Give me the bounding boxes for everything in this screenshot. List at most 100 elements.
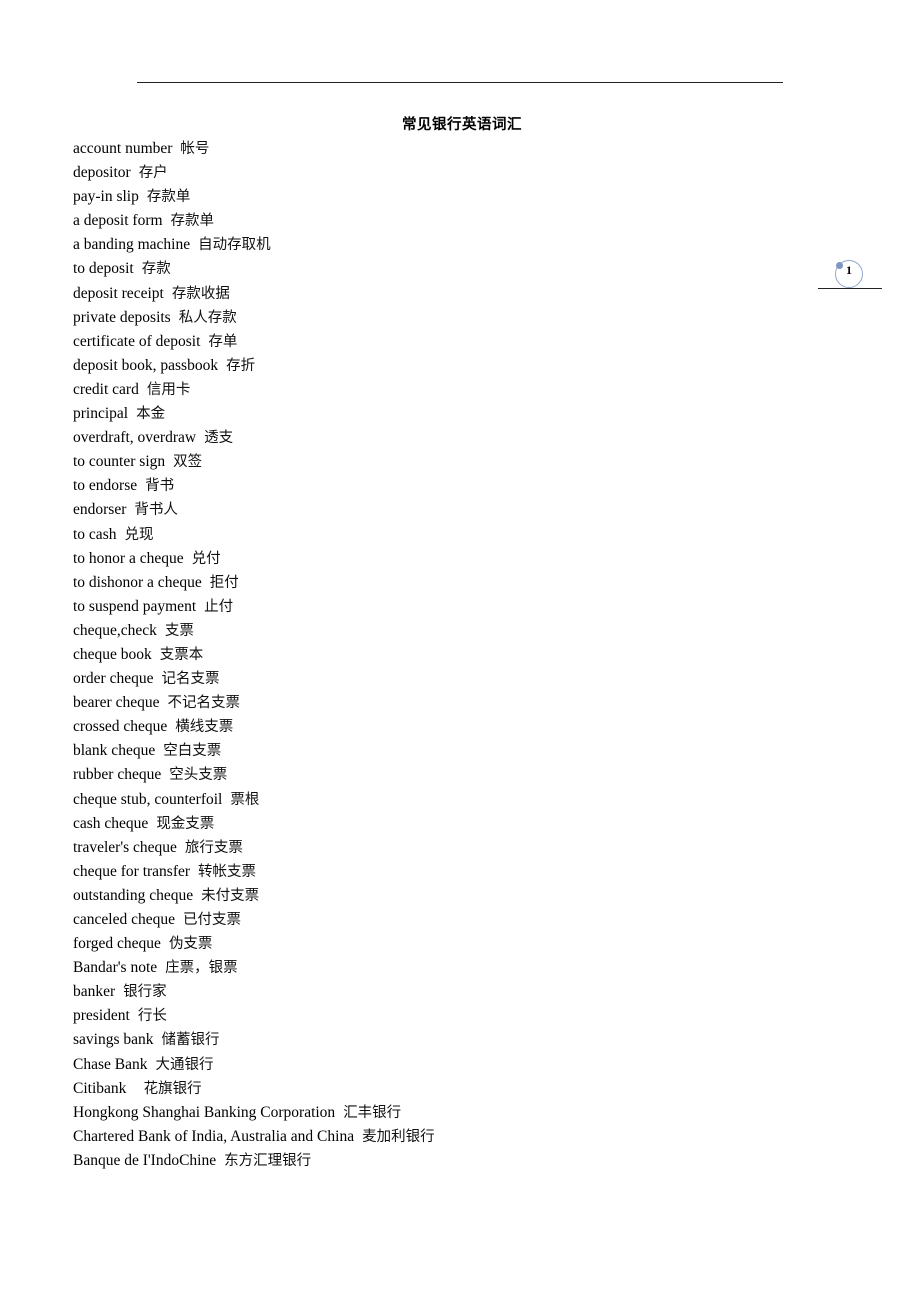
entry-english-term: to counter sign	[73, 453, 166, 471]
vocabulary-entry: Banque de I'IndoChine 东方汇理银行	[73, 1149, 435, 1173]
entry-english-term: Chartered Bank of India, Australia and C…	[73, 1127, 355, 1145]
vocabulary-entry: cash cheque 现金支票	[73, 812, 435, 836]
entry-english-term: Hongkong Shanghai Banking Corporation	[73, 1103, 336, 1121]
entry-chinese-translation: 已付支票	[182, 912, 241, 928]
entry-english-term: certificate of deposit	[73, 332, 201, 350]
entry-english-term: a deposit form	[73, 212, 163, 230]
entry-chinese-translation: 银行家	[123, 984, 167, 1001]
vocabulary-entry: to deposit 存款	[73, 257, 435, 281]
entry-chinese-translation: 存折	[226, 357, 256, 374]
entry-chinese-translation: 汇丰银行	[343, 1104, 402, 1121]
vocabulary-entry: cheque stub, counterfoil 票根	[73, 788, 435, 812]
vocabulary-entry: a deposit form 存款单	[73, 209, 435, 233]
entry-english-term: pay-in slip	[73, 188, 139, 206]
entry-english-term: Bandar's note	[73, 959, 158, 977]
vocabulary-entry: president 行长	[73, 1004, 435, 1028]
vocabulary-entry: cheque,check 支票	[73, 619, 435, 643]
vocabulary-entry: to dishonor a cheque 拒付	[73, 571, 435, 595]
vocabulary-entry: banker 银行家	[73, 980, 435, 1004]
vocabulary-entry: forged cheque 伪支票	[73, 932, 435, 956]
page-marker-rule	[818, 288, 882, 289]
vocabulary-list: account number 帐号 depositor 存户 pay-in slip 存款…	[73, 137, 435, 1173]
entry-english-term: a banding machine	[73, 236, 191, 254]
entry-chinese-translation: 不记名支票	[167, 695, 240, 712]
vocabulary-entry: cheque for transfer 转帐支票	[73, 860, 435, 884]
entry-english-term: savings bank	[73, 1031, 154, 1049]
entry-english-term: endorser	[73, 501, 127, 519]
entry-chinese-translation: 存款收据	[171, 285, 230, 302]
entry-english-term: private deposits	[73, 308, 171, 326]
entry-chinese-translation: 储蓄银行	[161, 1032, 220, 1049]
entry-chinese-translation: 大通银行	[155, 1056, 214, 1073]
entry-english-term: president	[73, 1007, 130, 1025]
entry-english-term: Citibank	[73, 1079, 127, 1097]
entry-english-term: deposit book, passbook	[73, 356, 219, 374]
entry-english-term: traveler's cheque	[73, 838, 177, 856]
entry-chinese-translation: 行长	[137, 1008, 167, 1025]
entry-chinese-translation: 背书人	[134, 502, 178, 519]
vocabulary-entry: Chase Bank 大通银行	[73, 1053, 435, 1077]
entry-english-term: to suspend payment	[73, 597, 197, 615]
entry-chinese-translation: 麦加利银行	[362, 1128, 435, 1145]
entry-english-term: crossed cheque	[73, 718, 168, 736]
entry-chinese-translation: 存款	[141, 261, 171, 278]
entry-chinese-translation: 信用卡	[146, 381, 191, 398]
entry-english-term: forged cheque	[73, 935, 161, 953]
vocabulary-entry: canceled cheque 已付支票	[73, 908, 435, 932]
entry-chinese-translation: 双签	[173, 454, 203, 471]
entry-english-term: deposit receipt	[73, 284, 164, 302]
entry-chinese-translation: 支票本	[159, 646, 204, 663]
vocabulary-entry: to counter sign 双签	[73, 450, 435, 474]
entry-chinese-translation: 花旗银行	[134, 1080, 202, 1097]
vocabulary-entry: rubber cheque 空头支票	[73, 763, 435, 787]
entry-chinese-translation: 庄票，银票	[165, 960, 238, 977]
entry-chinese-translation: 转帐支票	[198, 863, 257, 880]
entry-english-term: banker	[73, 983, 116, 1001]
entry-english-term: canceled cheque	[73, 911, 175, 928]
entry-chinese-translation: 东方汇理银行	[224, 1152, 312, 1169]
vocabulary-entry: crossed cheque 横线支票	[73, 715, 435, 739]
vocabulary-entry: overdraft, overdraw 透支	[73, 426, 435, 450]
vocabulary-entry: account number 帐号	[73, 137, 435, 161]
entry-english-term: cheque stub, counterfoil	[73, 790, 223, 808]
vocabulary-entry: cheque book 支票本	[73, 643, 435, 667]
vocabulary-entry: to endorse 背书	[73, 474, 435, 498]
entry-chinese-translation: 兑现	[124, 526, 154, 543]
entry-english-term: to dishonor a cheque	[73, 573, 202, 591]
entry-chinese-translation: 存单	[208, 333, 238, 350]
vocabulary-entry: deposit book, passbook 存折	[73, 354, 435, 378]
entry-english-term: to endorse	[73, 477, 138, 495]
page-number: 1	[846, 263, 852, 277]
entry-chinese-translation: 帐号	[180, 141, 210, 157]
vocabulary-entry: Citibank 花旗银行	[73, 1077, 435, 1101]
entry-chinese-translation: 票根	[230, 791, 260, 808]
entry-chinese-translation: 存户	[138, 165, 168, 182]
entry-english-term: cheque,check	[73, 621, 157, 639]
entry-chinese-translation: 背书	[145, 478, 175, 495]
entry-english-term: overdraft, overdraw	[73, 429, 197, 447]
vocabulary-entry: Bandar's note 庄票，银票	[73, 956, 435, 980]
entry-english-term: blank cheque	[73, 742, 156, 760]
vocabulary-entry: deposit receipt 存款收据	[73, 282, 435, 306]
vocabulary-entry: credit card 信用卡	[73, 378, 435, 402]
entry-chinese-translation: 存款单	[170, 213, 215, 230]
entry-english-term: principal	[73, 405, 129, 423]
vocabulary-entry: traveler's cheque 旅行支票	[73, 836, 435, 860]
entry-chinese-translation: 现金支票	[156, 815, 215, 832]
entry-english-term: outstanding cheque	[73, 886, 194, 904]
entry-english-term: rubber cheque	[73, 766, 162, 784]
entry-chinese-translation: 旅行支票	[184, 839, 243, 856]
page-number-marker: 1	[818, 260, 882, 292]
entry-english-term: depositor	[73, 164, 131, 182]
entry-chinese-translation: 本金	[136, 406, 166, 423]
entry-chinese-translation: 空白支票	[163, 743, 222, 760]
entry-english-term: cheque for transfer	[73, 862, 191, 880]
vocabulary-entry: to suspend payment 止付	[73, 595, 435, 619]
entry-chinese-translation: 横线支票	[175, 719, 234, 736]
entry-english-term: to cash	[73, 525, 117, 543]
entry-english-term: order cheque	[73, 670, 154, 688]
vocabulary-entry: to cash 兑现	[73, 523, 435, 547]
entry-chinese-translation: 伪支票	[168, 936, 213, 953]
entry-chinese-translation: 拒付	[209, 574, 239, 591]
vocabulary-entry: order cheque 记名支票	[73, 667, 435, 691]
